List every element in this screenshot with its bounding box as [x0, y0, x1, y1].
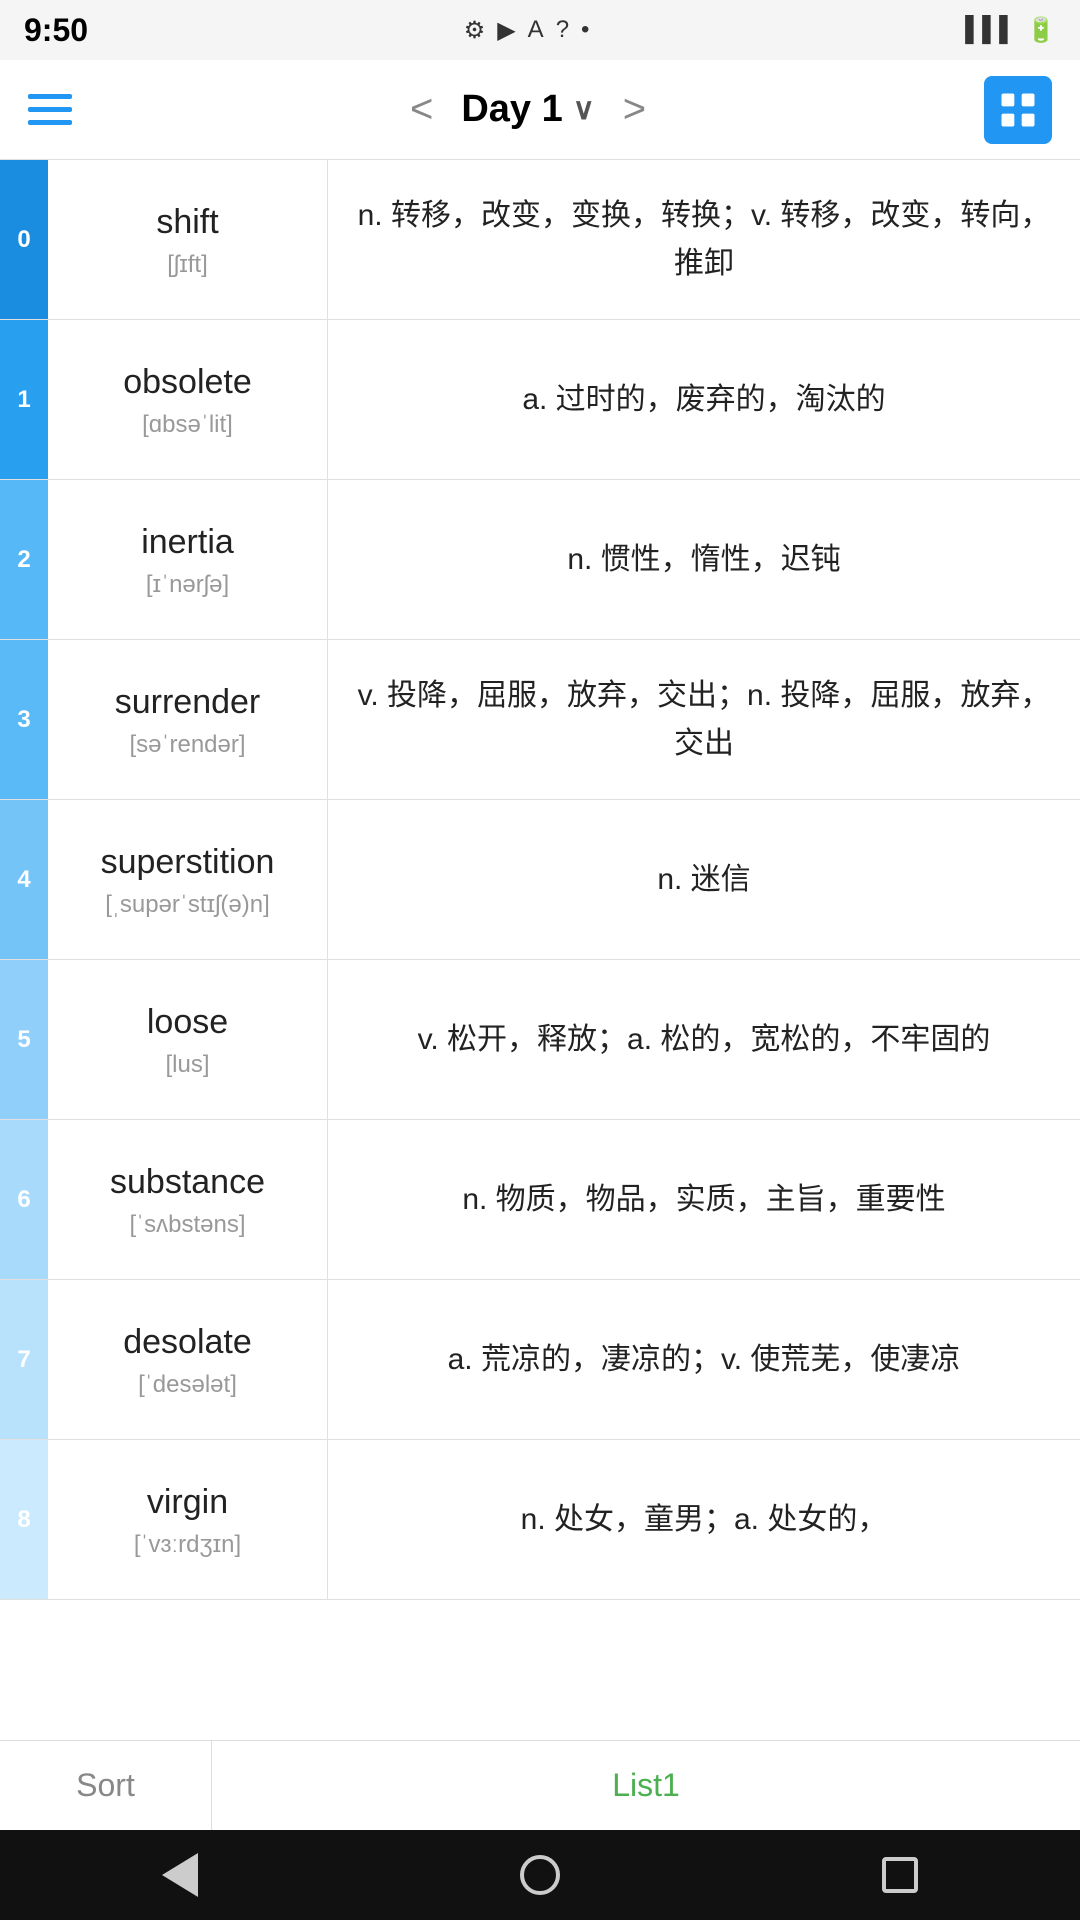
- word-phonetic: [ˈdesələt]: [138, 1371, 237, 1399]
- word-english: virgin: [147, 1480, 228, 1524]
- word-cell: shift [ʃɪft]: [48, 160, 328, 319]
- signal-icon: ▌▌▌: [965, 16, 1016, 44]
- word-english: superstition: [101, 840, 275, 884]
- table-row[interactable]: 6 substance [ˈsʌbstəns] n. 物质，物品，实质，主旨，重要性: [0, 1120, 1080, 1280]
- word-list: 0 shift [ʃɪft] n. 转移，改变，变换，转换；v. 转移，改变，转向，推…: [0, 160, 1080, 1740]
- word-definition: n. 转移，改变，变换，转换；v. 转移，改变，转向，推卸: [328, 160, 1080, 319]
- table-row[interactable]: 1 obsolete [ɑbsəˈlit] a. 过时的，废弃的，淘汰的: [0, 320, 1080, 480]
- word-phonetic: [ˌsupərˈstɪʃ(ə)n]: [105, 891, 270, 919]
- day-title-label: Day 1: [461, 88, 562, 131]
- nav-next-button[interactable]: >: [607, 87, 662, 132]
- word-english: surrender: [115, 680, 261, 724]
- status-icons: ⚙ ▶ A ? •: [464, 16, 590, 45]
- word-english: obsolete: [123, 360, 252, 404]
- word-phonetic: [ɪˈnərʃə]: [146, 571, 229, 599]
- play-icon: ▶: [497, 16, 515, 45]
- recent-button[interactable]: [870, 1845, 930, 1905]
- word-definition: v. 投降，屈服，放弃，交出；n. 投降，屈服，放弃，交出: [328, 640, 1080, 799]
- word-cell: obsolete [ɑbsəˈlit]: [48, 320, 328, 479]
- word-definition: n. 惯性，惰性，迟钝: [328, 480, 1080, 639]
- word-index: 2: [0, 480, 48, 639]
- list1-tab-label: List1: [612, 1767, 680, 1804]
- help-icon: ?: [556, 16, 569, 44]
- word-phonetic: [ɑbsəˈlit]: [142, 411, 233, 439]
- status-time: 9:50: [24, 12, 88, 49]
- word-index: 5: [0, 960, 48, 1119]
- word-cell: desolate [ˈdesələt]: [48, 1280, 328, 1439]
- word-phonetic: [ʃɪft]: [167, 251, 208, 279]
- nav-prev-button[interactable]: <: [394, 87, 449, 132]
- table-row[interactable]: 2 inertia [ɪˈnərʃə] n. 惯性，惰性，迟钝: [0, 480, 1080, 640]
- word-definition: a. 过时的，废弃的，淘汰的: [328, 320, 1080, 479]
- word-english: substance: [110, 1160, 265, 1204]
- word-index: 8: [0, 1440, 48, 1599]
- word-phonetic: [səˈrendər]: [129, 731, 245, 759]
- word-phonetic: [ˈvɜːrdʒɪn]: [134, 1531, 241, 1559]
- word-english: inertia: [141, 520, 234, 564]
- home-icon: [520, 1855, 560, 1895]
- nav-bar: < Day 1 ∨ >: [0, 60, 1080, 160]
- nav-title[interactable]: Day 1 ∨: [461, 88, 594, 131]
- word-definition: n. 物质，物品，实质，主旨，重要性: [328, 1120, 1080, 1279]
- word-index: 0: [0, 160, 48, 319]
- word-english: desolate: [123, 1320, 252, 1364]
- word-definition: a. 荒凉的，凄凉的；v. 使荒芜，使凄凉: [328, 1280, 1080, 1439]
- word-cell: loose [lus]: [48, 960, 328, 1119]
- font-icon: A: [528, 16, 544, 44]
- word-phonetic: [lus]: [165, 1051, 209, 1079]
- word-definition: n. 迷信: [328, 800, 1080, 959]
- android-nav-bar: [0, 1830, 1080, 1920]
- back-icon: [162, 1853, 198, 1897]
- sort-tab[interactable]: Sort: [0, 1741, 212, 1830]
- word-index: 4: [0, 800, 48, 959]
- sort-tab-label: Sort: [76, 1767, 135, 1804]
- table-row[interactable]: 5 loose [lus] v. 松开，释放；a. 松的，宽松的，不牢固的: [0, 960, 1080, 1120]
- nav-title-area: < Day 1 ∨ >: [394, 87, 662, 132]
- back-button[interactable]: [150, 1845, 210, 1905]
- battery-icon: 🔋: [1026, 16, 1056, 45]
- list1-tab[interactable]: List1: [212, 1741, 1080, 1830]
- bottom-tab-bar: Sort List1: [0, 1740, 1080, 1830]
- grid-view-button[interactable]: [984, 76, 1052, 144]
- word-english: loose: [147, 1000, 228, 1044]
- table-row[interactable]: 4 superstition [ˌsupərˈstɪʃ(ə)n] n. 迷信: [0, 800, 1080, 960]
- word-index: 6: [0, 1120, 48, 1279]
- table-row[interactable]: 0 shift [ʃɪft] n. 转移，改变，变换，转换；v. 转移，改变，转向，推…: [0, 160, 1080, 320]
- recent-icon: [882, 1857, 918, 1893]
- word-cell: substance [ˈsʌbstəns]: [48, 1120, 328, 1279]
- word-english: shift: [156, 200, 218, 244]
- dot-icon: •: [581, 16, 589, 44]
- word-cell: surrender [səˈrendər]: [48, 640, 328, 799]
- hamburger-menu-button[interactable]: [28, 94, 72, 125]
- table-row[interactable]: 7 desolate [ˈdesələt] a. 荒凉的，凄凉的；v. 使荒芜，使凄凉: [0, 1280, 1080, 1440]
- chevron-down-icon: ∨: [573, 92, 595, 127]
- status-right-icons: ▌▌▌ 🔋: [965, 16, 1056, 45]
- word-definition: v. 松开，释放；a. 松的，宽松的，不牢固的: [328, 960, 1080, 1119]
- table-row[interactable]: 3 surrender [səˈrendər] v. 投降，屈服，放弃，交出；n. 投…: [0, 640, 1080, 800]
- word-definition: n. 处女，童男；a. 处女的，: [328, 1440, 1080, 1599]
- grid-icon: [996, 88, 1040, 132]
- word-cell: inertia [ɪˈnərʃə]: [48, 480, 328, 639]
- table-row[interactable]: 8 virgin [ˈvɜːrdʒɪn] n. 处女，童男；a. 处女的，: [0, 1440, 1080, 1600]
- word-index: 1: [0, 320, 48, 479]
- word-cell: superstition [ˌsupərˈstɪʃ(ə)n]: [48, 800, 328, 959]
- status-bar: 9:50 ⚙ ▶ A ? • ▌▌▌ 🔋: [0, 0, 1080, 60]
- settings-icon: ⚙: [464, 16, 486, 45]
- word-index: 7: [0, 1280, 48, 1439]
- word-index: 3: [0, 640, 48, 799]
- word-phonetic: [ˈsʌbstəns]: [129, 1211, 245, 1239]
- home-button[interactable]: [510, 1845, 570, 1905]
- word-cell: virgin [ˈvɜːrdʒɪn]: [48, 1440, 328, 1599]
